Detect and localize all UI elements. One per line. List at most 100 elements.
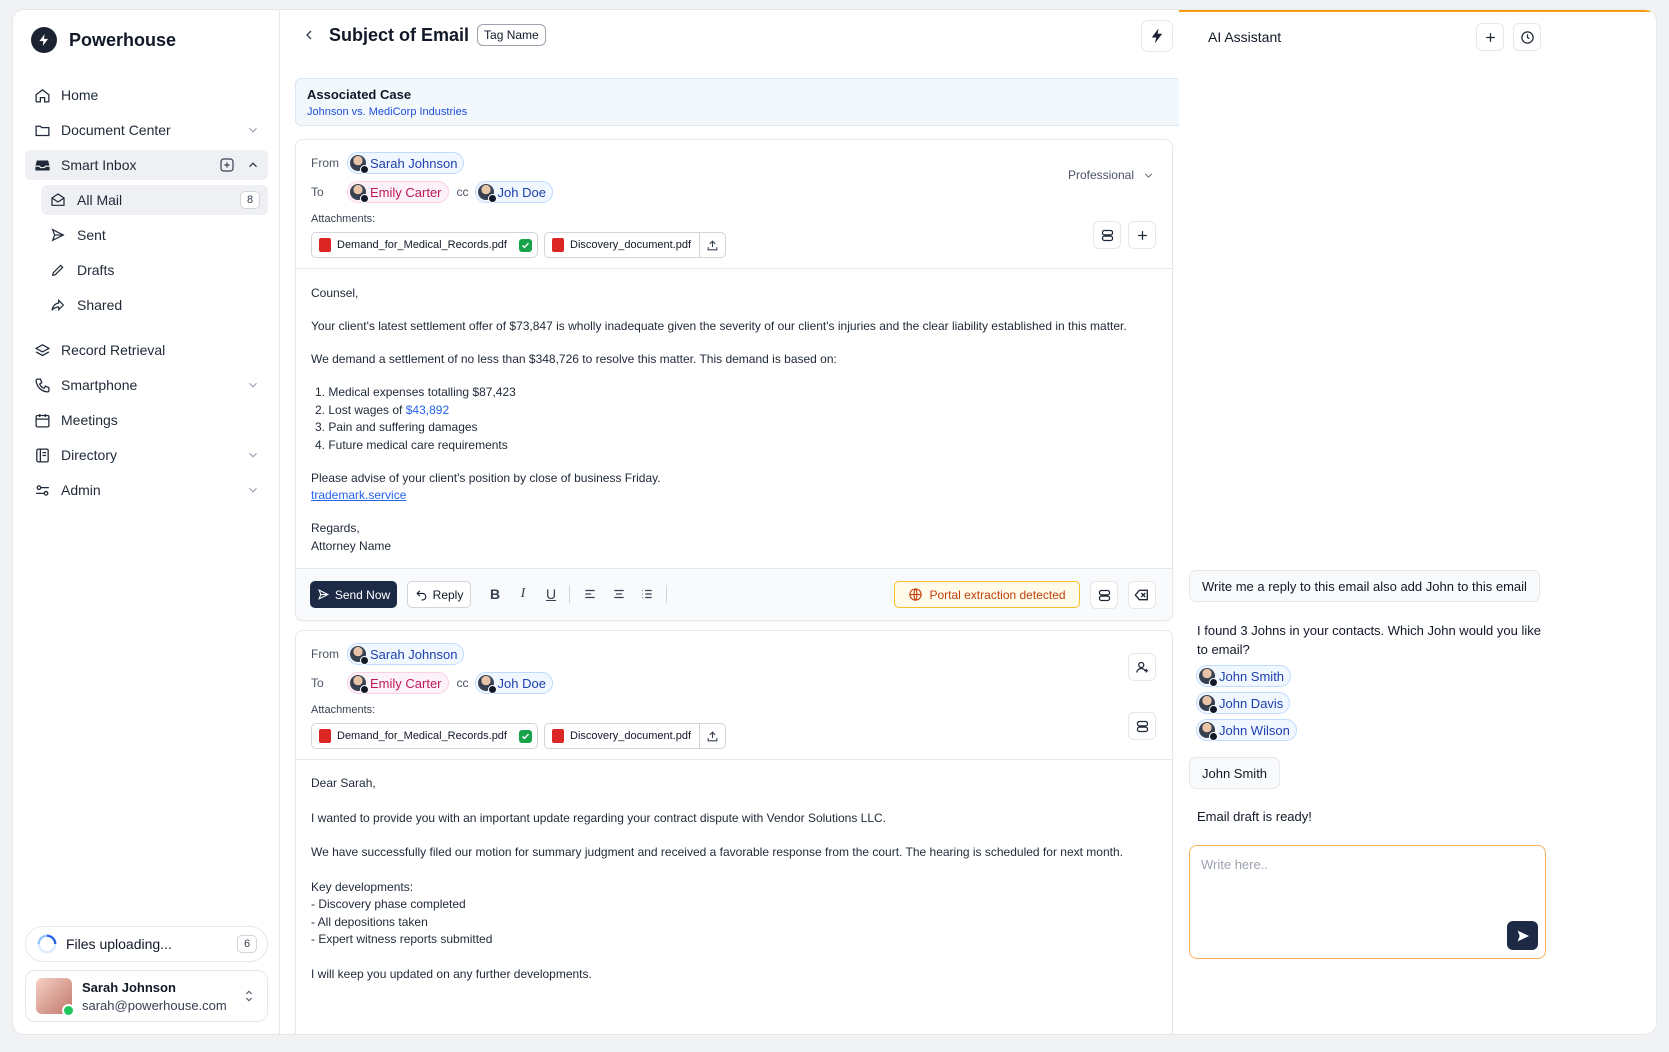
storage-button[interactable] (1128, 712, 1156, 740)
nav-all-mail[interactable]: All Mail 8 (41, 185, 268, 215)
storage-button[interactable] (1093, 221, 1121, 249)
nav-drafts-label: Drafts (77, 262, 115, 278)
contact-option[interactable]: John Smith (1196, 665, 1292, 687)
send-icon (317, 588, 330, 601)
cc-chip[interactable]: Joh Doe (474, 672, 553, 694)
pdf-icon (552, 238, 564, 252)
reply-button[interactable]: Reply (407, 581, 471, 608)
attachment-item[interactable]: Discovery_document.pdf (544, 232, 727, 258)
chevron-down-icon[interactable] (246, 378, 260, 392)
underline-icon[interactable]: U (543, 586, 559, 602)
chevron-down-icon[interactable] (246, 123, 260, 137)
tag-badge[interactable]: Tag Name (477, 24, 546, 46)
recipient-chip[interactable]: Emily Carter (347, 672, 449, 694)
history-icon (1520, 30, 1535, 45)
list-item: - Discovery phase completed (311, 897, 466, 911)
from-label: From (311, 156, 339, 170)
book-icon (33, 446, 51, 464)
new-chat-button[interactable] (1476, 23, 1504, 51)
add-contact-button[interactable] (1128, 653, 1156, 681)
attachment-name: Demand_for_Medical_Records.pdf (337, 730, 507, 742)
nav-directory[interactable]: Directory (25, 440, 268, 470)
files-uploading-status[interactable]: Files uploading... 6 (25, 926, 268, 962)
trademark-link[interactable]: trademark.service (311, 488, 406, 502)
phone-icon (33, 376, 51, 394)
align-center-icon[interactable] (611, 586, 627, 602)
nav-smartphone[interactable]: Smartphone (25, 370, 268, 400)
globe-icon (908, 587, 923, 602)
reply-label: Reply (432, 587, 464, 602)
sender-chip[interactable]: Sarah Johnson (347, 643, 465, 665)
chevron-up-down-icon[interactable] (241, 988, 257, 1004)
email-greeting: Dear Sarah, (311, 776, 376, 790)
nav-record-retrieval-label: Record Retrieval (61, 342, 166, 358)
align-left-icon[interactable] (582, 586, 598, 602)
lost-wages-amount[interactable]: $43,892 (406, 403, 449, 417)
nav-document-center[interactable]: Document Center (25, 115, 268, 145)
send-now-button[interactable]: Send Now (310, 581, 397, 608)
nav-home-label: Home (61, 87, 99, 103)
nav-document-center-label: Document Center (61, 122, 171, 138)
list-item: 1. Medical expenses totalling $87,423 (315, 385, 516, 399)
ai-assistant-title: AI Assistant (1208, 29, 1282, 45)
pdf-icon (552, 729, 564, 743)
nav-home[interactable]: Home (25, 80, 268, 110)
upload-icon[interactable] (699, 724, 725, 748)
list-icon[interactable] (639, 586, 655, 602)
attachment-item[interactable]: Discovery_document.pdf (544, 723, 727, 749)
recipient-chip[interactable]: Emily Carter (347, 181, 449, 203)
portal-extraction-button[interactable]: Portal extraction detected (894, 581, 1080, 608)
nav-smart-inbox[interactable]: Smart Inbox (25, 150, 268, 180)
avatar (350, 184, 369, 203)
attachment-item[interactable]: Demand_for_Medical_Records.pdf (311, 232, 538, 258)
nav-drafts[interactable]: Drafts (41, 255, 268, 285)
italic-icon[interactable]: I (515, 586, 531, 602)
ai-send-button[interactable] (1507, 921, 1538, 950)
nav-shared[interactable]: Shared (41, 290, 268, 320)
upload-icon[interactable] (699, 233, 725, 257)
plus-icon (1135, 228, 1150, 243)
add-attachment-button[interactable] (1128, 221, 1156, 249)
avatar (1199, 722, 1218, 741)
user-profile[interactable]: Sarah Johnson sarah@powerhouse.com (25, 970, 268, 1022)
bold-icon[interactable]: B (487, 586, 503, 602)
database-icon (1100, 228, 1115, 243)
discard-button[interactable] (1128, 581, 1156, 609)
nav-admin-label: Admin (61, 482, 101, 498)
ai-chat-input[interactable]: Write here.. (1189, 845, 1546, 959)
chevron-left-icon[interactable] (301, 27, 317, 43)
from-label: From (311, 647, 339, 661)
plus-square-icon[interactable] (218, 156, 236, 174)
sliders-icon (33, 481, 51, 499)
tone-select[interactable]: Professional (1068, 168, 1155, 182)
email-signature: Attorney Name (311, 538, 392, 553)
cc-name: Joh Doe (497, 184, 546, 200)
cc-chip[interactable]: Joh Doe (474, 181, 553, 203)
user-message: John Smith (1189, 757, 1281, 789)
upload-count-badge: 6 (237, 935, 257, 953)
contact-option[interactable]: John Wilson (1196, 719, 1297, 741)
brand-name: Powerhouse (69, 29, 177, 50)
brand[interactable]: Powerhouse (31, 27, 176, 53)
nav-admin[interactable]: Admin (25, 475, 268, 505)
quick-action-button[interactable] (1141, 20, 1173, 52)
database-icon (1135, 719, 1150, 734)
sender-name: Sarah Johnson (370, 155, 458, 171)
sender-chip[interactable]: Sarah Johnson (347, 152, 465, 174)
history-button[interactable] (1513, 23, 1541, 51)
nav-record-retrieval[interactable]: Record Retrieval (25, 335, 268, 365)
chevron-up-icon[interactable] (246, 158, 260, 172)
case-link[interactable]: Johnson vs. MediCorp Industries (307, 106, 1192, 118)
chevron-down-icon[interactable] (246, 483, 260, 497)
attachment-item[interactable]: Demand_for_Medical_Records.pdf (311, 723, 538, 749)
contact-option[interactable]: John Davis (1196, 692, 1291, 714)
user-message: Write me a reply to this email also add … (1189, 570, 1540, 602)
recipient-name: Emily Carter (370, 184, 442, 200)
send-icon (49, 226, 67, 244)
storage-button[interactable] (1090, 581, 1118, 609)
email-paragraph: Your client's latest settlement offer of… (311, 319, 1127, 333)
calendar-icon (33, 411, 51, 429)
nav-sent[interactable]: Sent (41, 220, 268, 250)
nav-meetings[interactable]: Meetings (25, 405, 268, 435)
chevron-down-icon[interactable] (246, 448, 260, 462)
